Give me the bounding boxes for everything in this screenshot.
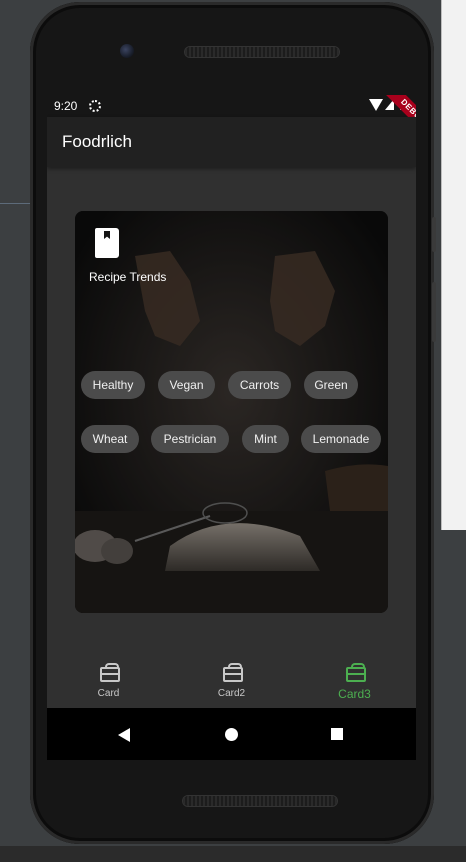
chip-vegan[interactable]: Vegan	[158, 371, 215, 399]
app-title: Foodrlich	[62, 132, 132, 151]
background-panel	[441, 0, 466, 530]
phone-volume-button	[432, 282, 436, 342]
status-time: 9:20	[54, 99, 78, 113]
settings-gear-icon	[89, 100, 101, 112]
system-navigation-bar	[47, 708, 416, 760]
nav-item-card2[interactable]: Card2	[170, 655, 293, 708]
card-title: Recipe Trends	[89, 270, 167, 284]
earpiece-speaker	[185, 47, 339, 57]
app-bar: Foodrlich	[47, 117, 416, 167]
chip-lemonade[interactable]: Lemonade	[301, 425, 381, 453]
front-camera	[120, 44, 134, 58]
phone-side-button	[432, 217, 436, 252]
card-icon	[100, 663, 120, 682]
home-icon[interactable]	[225, 728, 238, 741]
book-icon	[95, 228, 119, 258]
chip-healthy[interactable]: Healthy	[81, 371, 145, 399]
card-icon	[346, 663, 366, 682]
nav-label-card3: Card3	[338, 687, 371, 701]
status-bar: 9:20 DEBUG	[47, 95, 416, 146]
background-divider	[0, 203, 34, 204]
chip-pestrician[interactable]: Pestrician	[151, 425, 229, 453]
back-icon[interactable]	[118, 728, 130, 742]
recipe-trends-card[interactable]: Recipe Trends Healthy Vegan Carrots Gree…	[75, 211, 388, 613]
bottom-navigation: Card Card2 Card3	[47, 655, 416, 708]
nav-label-card: Card	[97, 688, 120, 699]
nav-item-card[interactable]: Card	[47, 655, 170, 708]
chip-carrots[interactable]: Carrots	[228, 371, 291, 399]
nav-item-card3[interactable]: Card3	[293, 655, 416, 708]
background-bottom-strip	[0, 846, 466, 862]
wifi-icon	[369, 99, 383, 111]
chip-wheat[interactable]: Wheat	[81, 425, 139, 453]
bottom-speaker	[183, 796, 337, 806]
device-screen: 9:20 DEBUG Foodrlich Recipe Trends Healt…	[47, 95, 416, 760]
chip-mint[interactable]: Mint	[242, 425, 289, 453]
recents-icon[interactable]	[331, 728, 343, 740]
chip-green[interactable]: Green	[304, 371, 358, 399]
card-icon	[223, 663, 243, 682]
nav-label-card2: Card2	[217, 688, 246, 699]
